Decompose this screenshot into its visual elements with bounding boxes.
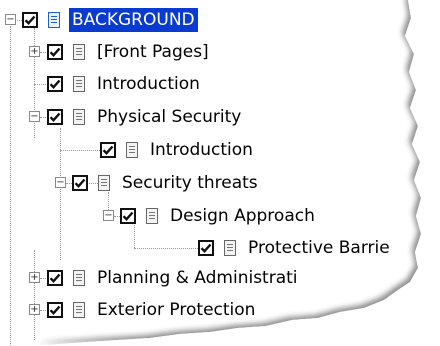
expand-toggle[interactable]: + [29,304,40,315]
tree-node-label: Exterior Protection [97,300,256,320]
expand-toggle[interactable]: + [29,272,40,283]
collapse-toggle[interactable]: − [55,177,66,188]
document-icon [73,302,85,318]
checkbox-checked-icon[interactable] [100,142,116,158]
document-icon [73,109,85,125]
tree-connector [134,248,198,249]
tree-connector [34,250,35,340]
tree-connector [10,26,11,346]
checkbox-checked-icon[interactable] [198,240,214,256]
tree-node-label: Design Approach [170,206,315,226]
collapse-toggle[interactable]: − [5,14,16,25]
tree-node[interactable]: [Front Pages] [47,36,212,68]
collapse-toggle[interactable]: − [29,111,40,122]
document-icon [146,208,158,224]
document-icon [126,142,138,158]
checkbox-checked-icon[interactable] [47,44,63,60]
tree-node-root[interactable]: BACKGROUND [22,4,198,36]
checkbox-checked-icon[interactable] [72,175,88,191]
document-blue-icon [48,12,60,28]
tree-node[interactable]: Introduction [47,68,203,100]
outline-tree-panel: − + − − − + + BACKGROUND [Front Pages] I… [0,0,440,346]
tree-node[interactable]: Exterior Protection [47,294,258,326]
tree-node-label: BACKGROUND [69,8,198,32]
tree-connector [60,150,61,260]
checkbox-checked-icon[interactable] [47,270,63,286]
tree-node-label: Security threats [122,173,258,193]
checkbox-checked-icon[interactable] [22,12,38,28]
document-icon [73,270,85,286]
collapse-toggle[interactable]: − [103,210,114,221]
tree-node-label: Introduction [150,140,253,160]
tree-node[interactable]: Introduction [100,134,256,166]
tree-node[interactable]: Physical Security [47,101,244,133]
tree-node-label: Introduction [97,74,200,94]
tree-node[interactable]: Protective Barrie [198,232,393,264]
tree-node-label: Physical Security [97,107,242,127]
document-icon [224,240,236,256]
tree-node[interactable]: Design Approach [120,200,318,232]
checkbox-checked-icon[interactable] [120,208,136,224]
document-icon [73,44,85,60]
outline-tree: − + − − − + + BACKGROUND [Front Pages] I… [0,0,440,346]
tree-connector [60,150,102,151]
tree-node-label: Protective Barrie [248,238,390,258]
tree-node[interactable]: Planning & Administrati [47,262,301,294]
tree-node[interactable]: Security threats [72,167,261,199]
tree-node-label: [Front Pages] [97,42,209,62]
checkbox-checked-icon[interactable] [47,109,63,125]
expand-toggle[interactable]: + [29,46,40,57]
checkbox-checked-icon[interactable] [47,76,63,92]
tree-node-label: Planning & Administrati [97,268,298,288]
document-icon [73,76,85,92]
checkbox-checked-icon[interactable] [47,302,63,318]
document-icon [98,175,110,191]
